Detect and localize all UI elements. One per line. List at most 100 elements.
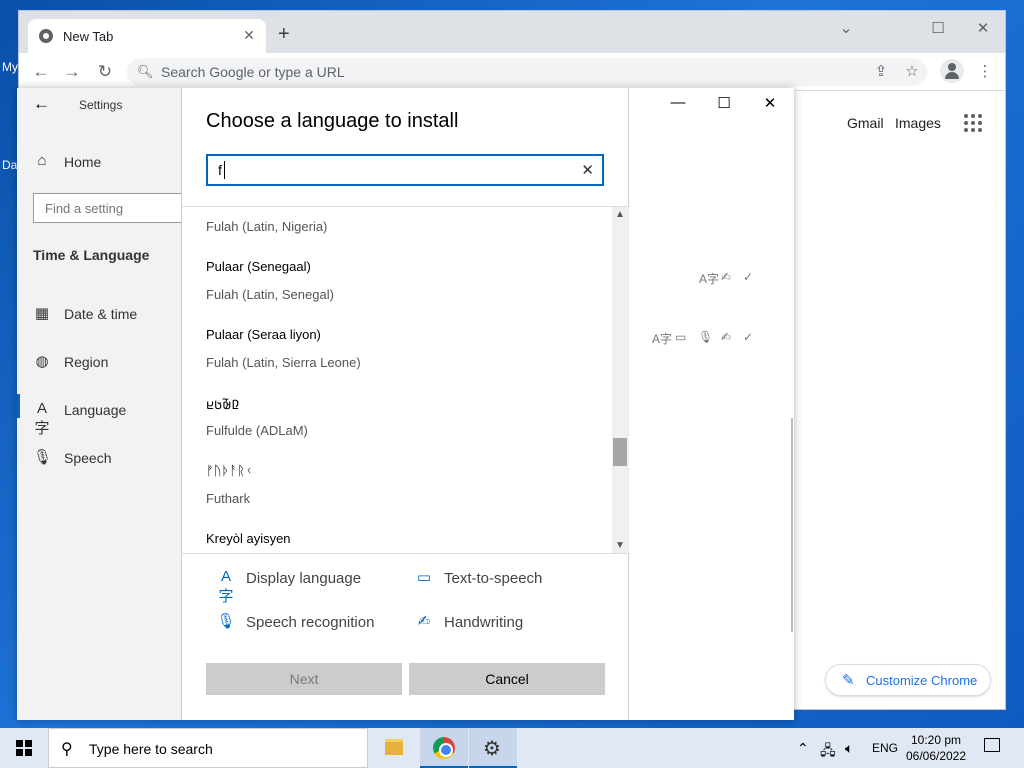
language-native-name[interactable]: 𞤆𞤵𞥄𞤢𞤪 xyxy=(206,395,239,413)
language-english-name[interactable]: Fulah (Latin, Nigeria) xyxy=(206,219,327,234)
back-arrow-icon[interactable]: ← xyxy=(33,94,50,114)
reload-icon[interactable]: ↻ xyxy=(94,62,116,82)
cancel-button[interactable]: Cancel xyxy=(409,663,605,695)
nav-date-time[interactable]: Date & time xyxy=(64,306,137,322)
legend-speech-recognition: Speech recognition xyxy=(246,614,375,631)
network-icon[interactable]: 🖧 xyxy=(820,740,836,764)
chrome-taskbar-button[interactable] xyxy=(420,728,468,768)
language-search-input[interactable]: f ✕ xyxy=(206,154,604,186)
microphone-icon: 🎙︎ xyxy=(216,613,236,630)
dialog-title: Choose a language to install xyxy=(206,110,459,132)
tab-close-icon[interactable]: ✕ xyxy=(240,26,258,44)
profile-avatar[interactable] xyxy=(940,59,964,83)
language-native-name[interactable]: Pulaar (Seraa liyon) xyxy=(206,327,321,342)
settings-scrollbar[interactable] xyxy=(791,418,793,632)
taskbar: ⚲ Type here to search ⚙ ⌃ 🖧 🔈︎ ENG 10:20… xyxy=(0,728,1024,768)
legend-display-language: Display language xyxy=(246,570,362,587)
language-native-name[interactable]: Kreyòl ayisyen xyxy=(206,531,291,546)
language-english-name[interactable]: Fulfulde (ADLaM) xyxy=(206,423,308,438)
scroll-thumb[interactable] xyxy=(613,438,627,466)
omnibox[interactable]: 🔍︎ Search Google or type a URL xyxy=(127,58,927,86)
maximize-icon[interactable]: ☐ xyxy=(926,19,950,37)
section-heading: Time & Language xyxy=(33,247,150,263)
customize-chrome-button[interactable]: ✎ Customize Chrome xyxy=(825,664,991,696)
taskbar-search-box[interactable]: ⚲ Type here to search xyxy=(48,728,368,768)
forward-icon[interactable]: → xyxy=(61,62,83,82)
tab-new-tab[interactable]: New Tab ✕ xyxy=(28,19,266,53)
search-icon: 🔍︎ xyxy=(137,64,154,79)
customize-chrome-label: Customize Chrome xyxy=(866,673,978,688)
legend-text-to-speech: Text-to-speech xyxy=(444,570,543,587)
images-link[interactable]: Images xyxy=(895,115,941,131)
microphone-icon: 🎙︎ xyxy=(33,449,53,466)
find-setting-input[interactable]: Find a setting xyxy=(33,193,188,223)
handwriting-icon: ✍ xyxy=(417,613,431,630)
settings-sidebar: ← Settings ⌂ Home Find a setting Time & … xyxy=(17,88,188,720)
settings-taskbar-button[interactable]: ⚙ xyxy=(469,728,517,768)
tab-search-icon[interactable]: ⌄ xyxy=(834,19,858,37)
maximize-icon[interactable]: ☐ xyxy=(712,94,736,112)
tab-title: New Tab xyxy=(63,29,114,44)
nav-language[interactable]: Language xyxy=(64,402,126,418)
notification-icon[interactable] xyxy=(984,738,1000,752)
language-list-scrollbar[interactable]: ▲ ▼ xyxy=(612,207,629,553)
omnibox-placeholder: Search Google or type a URL xyxy=(161,64,345,80)
find-setting-placeholder: Find a setting xyxy=(45,201,124,216)
close-window-icon[interactable]: ✕ xyxy=(971,19,995,37)
browser-toolbar: ← → ↻ 🔍︎ Search Google or type a URL ⇪ ☆… xyxy=(19,53,1005,91)
gmail-link[interactable]: Gmail xyxy=(847,115,884,131)
menu-kebab-icon[interactable]: ⋮ xyxy=(974,62,996,80)
taskbar-search-placeholder: Type here to search xyxy=(89,741,213,757)
spellcheck-icon: ✓ xyxy=(743,270,754,284)
close-icon[interactable]: ✕ xyxy=(758,94,782,112)
back-icon[interactable]: ← xyxy=(30,62,52,82)
language-english-name[interactable]: Fulah (Latin, Senegal) xyxy=(206,287,334,302)
spellcheck-icon: ✓ xyxy=(743,330,754,344)
selected-indicator xyxy=(17,394,20,418)
file-explorer-button[interactable] xyxy=(370,728,418,768)
display-language-icon: A字 xyxy=(218,568,234,605)
settings-title: Settings xyxy=(79,98,123,112)
handwriting-icon: ✍ xyxy=(721,270,732,284)
chevron-up-icon[interactable]: ⌃ xyxy=(797,740,809,757)
display-language-icon: A字 xyxy=(652,332,673,346)
share-icon[interactable]: ⇪ xyxy=(870,62,892,80)
language-english-name[interactable]: Futhark xyxy=(206,491,250,506)
pencil-icon: ✎ xyxy=(842,672,855,689)
desktop-icon-label[interactable]: My xyxy=(2,60,18,74)
language-native-name[interactable]: Pulaar (Senegaal) xyxy=(206,259,311,274)
region-icon: ◍ xyxy=(35,353,49,370)
text-to-speech-icon: ▭ xyxy=(675,330,687,344)
apps-grid-icon[interactable] xyxy=(964,114,982,132)
clock[interactable]: 10:20 pm 06/06/2022 xyxy=(900,732,972,764)
text-caret xyxy=(224,161,225,179)
nav-home[interactable]: Home xyxy=(64,154,101,170)
nav-speech[interactable]: Speech xyxy=(64,450,111,466)
date-time-icon: ▦ xyxy=(34,305,50,322)
scroll-down-icon[interactable]: ▼ xyxy=(615,540,625,551)
microphone-icon: 🎙︎ xyxy=(698,330,714,344)
gear-icon: ⚙ xyxy=(483,738,501,760)
input-language[interactable]: ENG xyxy=(872,741,898,755)
language-list[interactable]: Fulah (Latin, Nigeria) Pulaar (Senegaal)… xyxy=(182,206,630,554)
language-english-name[interactable]: Fulah (Latin, Sierra Leone) xyxy=(206,355,361,370)
text-to-speech-icon: ▭ xyxy=(416,569,432,586)
language-native-name[interactable]: ᚠᚢᚦᚨᚱᚲ xyxy=(206,463,253,478)
display-language-icon: A字 xyxy=(699,272,720,286)
bookmark-star-icon[interactable]: ☆ xyxy=(901,62,923,80)
handwriting-icon: ✍ xyxy=(721,330,732,344)
nav-region[interactable]: Region xyxy=(64,354,108,370)
clock-date: 06/06/2022 xyxy=(905,749,967,763)
home-icon: ⌂ xyxy=(37,152,47,169)
settings-content-pane: — ☐ ✕ A字 ✍ ✓ A字 ▭ 🎙︎ ✍ ✓ xyxy=(629,88,794,720)
windows-start-icon[interactable] xyxy=(16,740,32,756)
desktop-icon-label[interactable]: Da xyxy=(2,158,17,172)
minimize-icon[interactable]: — xyxy=(666,94,690,111)
new-tab-button[interactable]: + xyxy=(278,24,290,44)
choose-language-dialog: Choose a language to install f ✕ Fulah (… xyxy=(181,88,630,720)
language-icon: A字 xyxy=(34,400,50,437)
next-button[interactable]: Next xyxy=(206,663,402,695)
scroll-up-icon[interactable]: ▲ xyxy=(615,209,625,220)
clear-search-icon[interactable]: ✕ xyxy=(581,161,594,179)
volume-icon[interactable]: 🔈︎ xyxy=(845,740,853,757)
